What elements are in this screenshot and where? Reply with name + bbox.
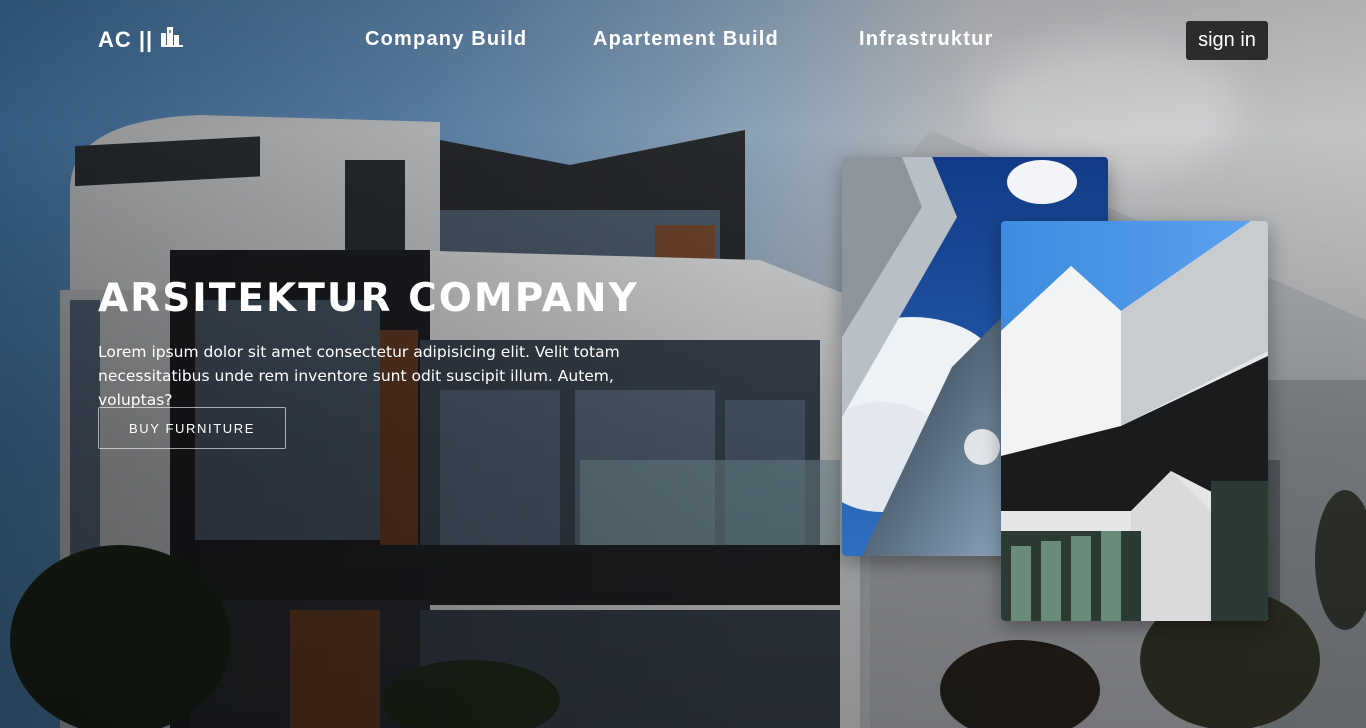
nav-link-apartement-build[interactable]: Apartement Build: [593, 28, 779, 51]
top-navbar: AC || Company Build Apartement Build Inf…: [0, 0, 1366, 80]
nav-link-company-build[interactable]: Company Build: [365, 28, 527, 51]
brand-text: AC ||: [98, 27, 154, 52]
hero-description: Lorem ipsum dolor sit amet consectetur a…: [98, 343, 620, 409]
building-photo-card: [1001, 221, 1268, 621]
building-icon: [161, 27, 184, 53]
buy-furniture-button[interactable]: BUY FURNITURE: [98, 407, 286, 449]
building-photo: [1001, 221, 1268, 621]
hero-title: ARSITEKTUR COMPANY: [98, 276, 639, 321]
nav-link-infrastruktur[interactable]: Infrastruktur: [859, 28, 994, 51]
brand-logo[interactable]: AC ||: [98, 27, 184, 53]
signin-button[interactable]: sign in: [1186, 21, 1268, 60]
